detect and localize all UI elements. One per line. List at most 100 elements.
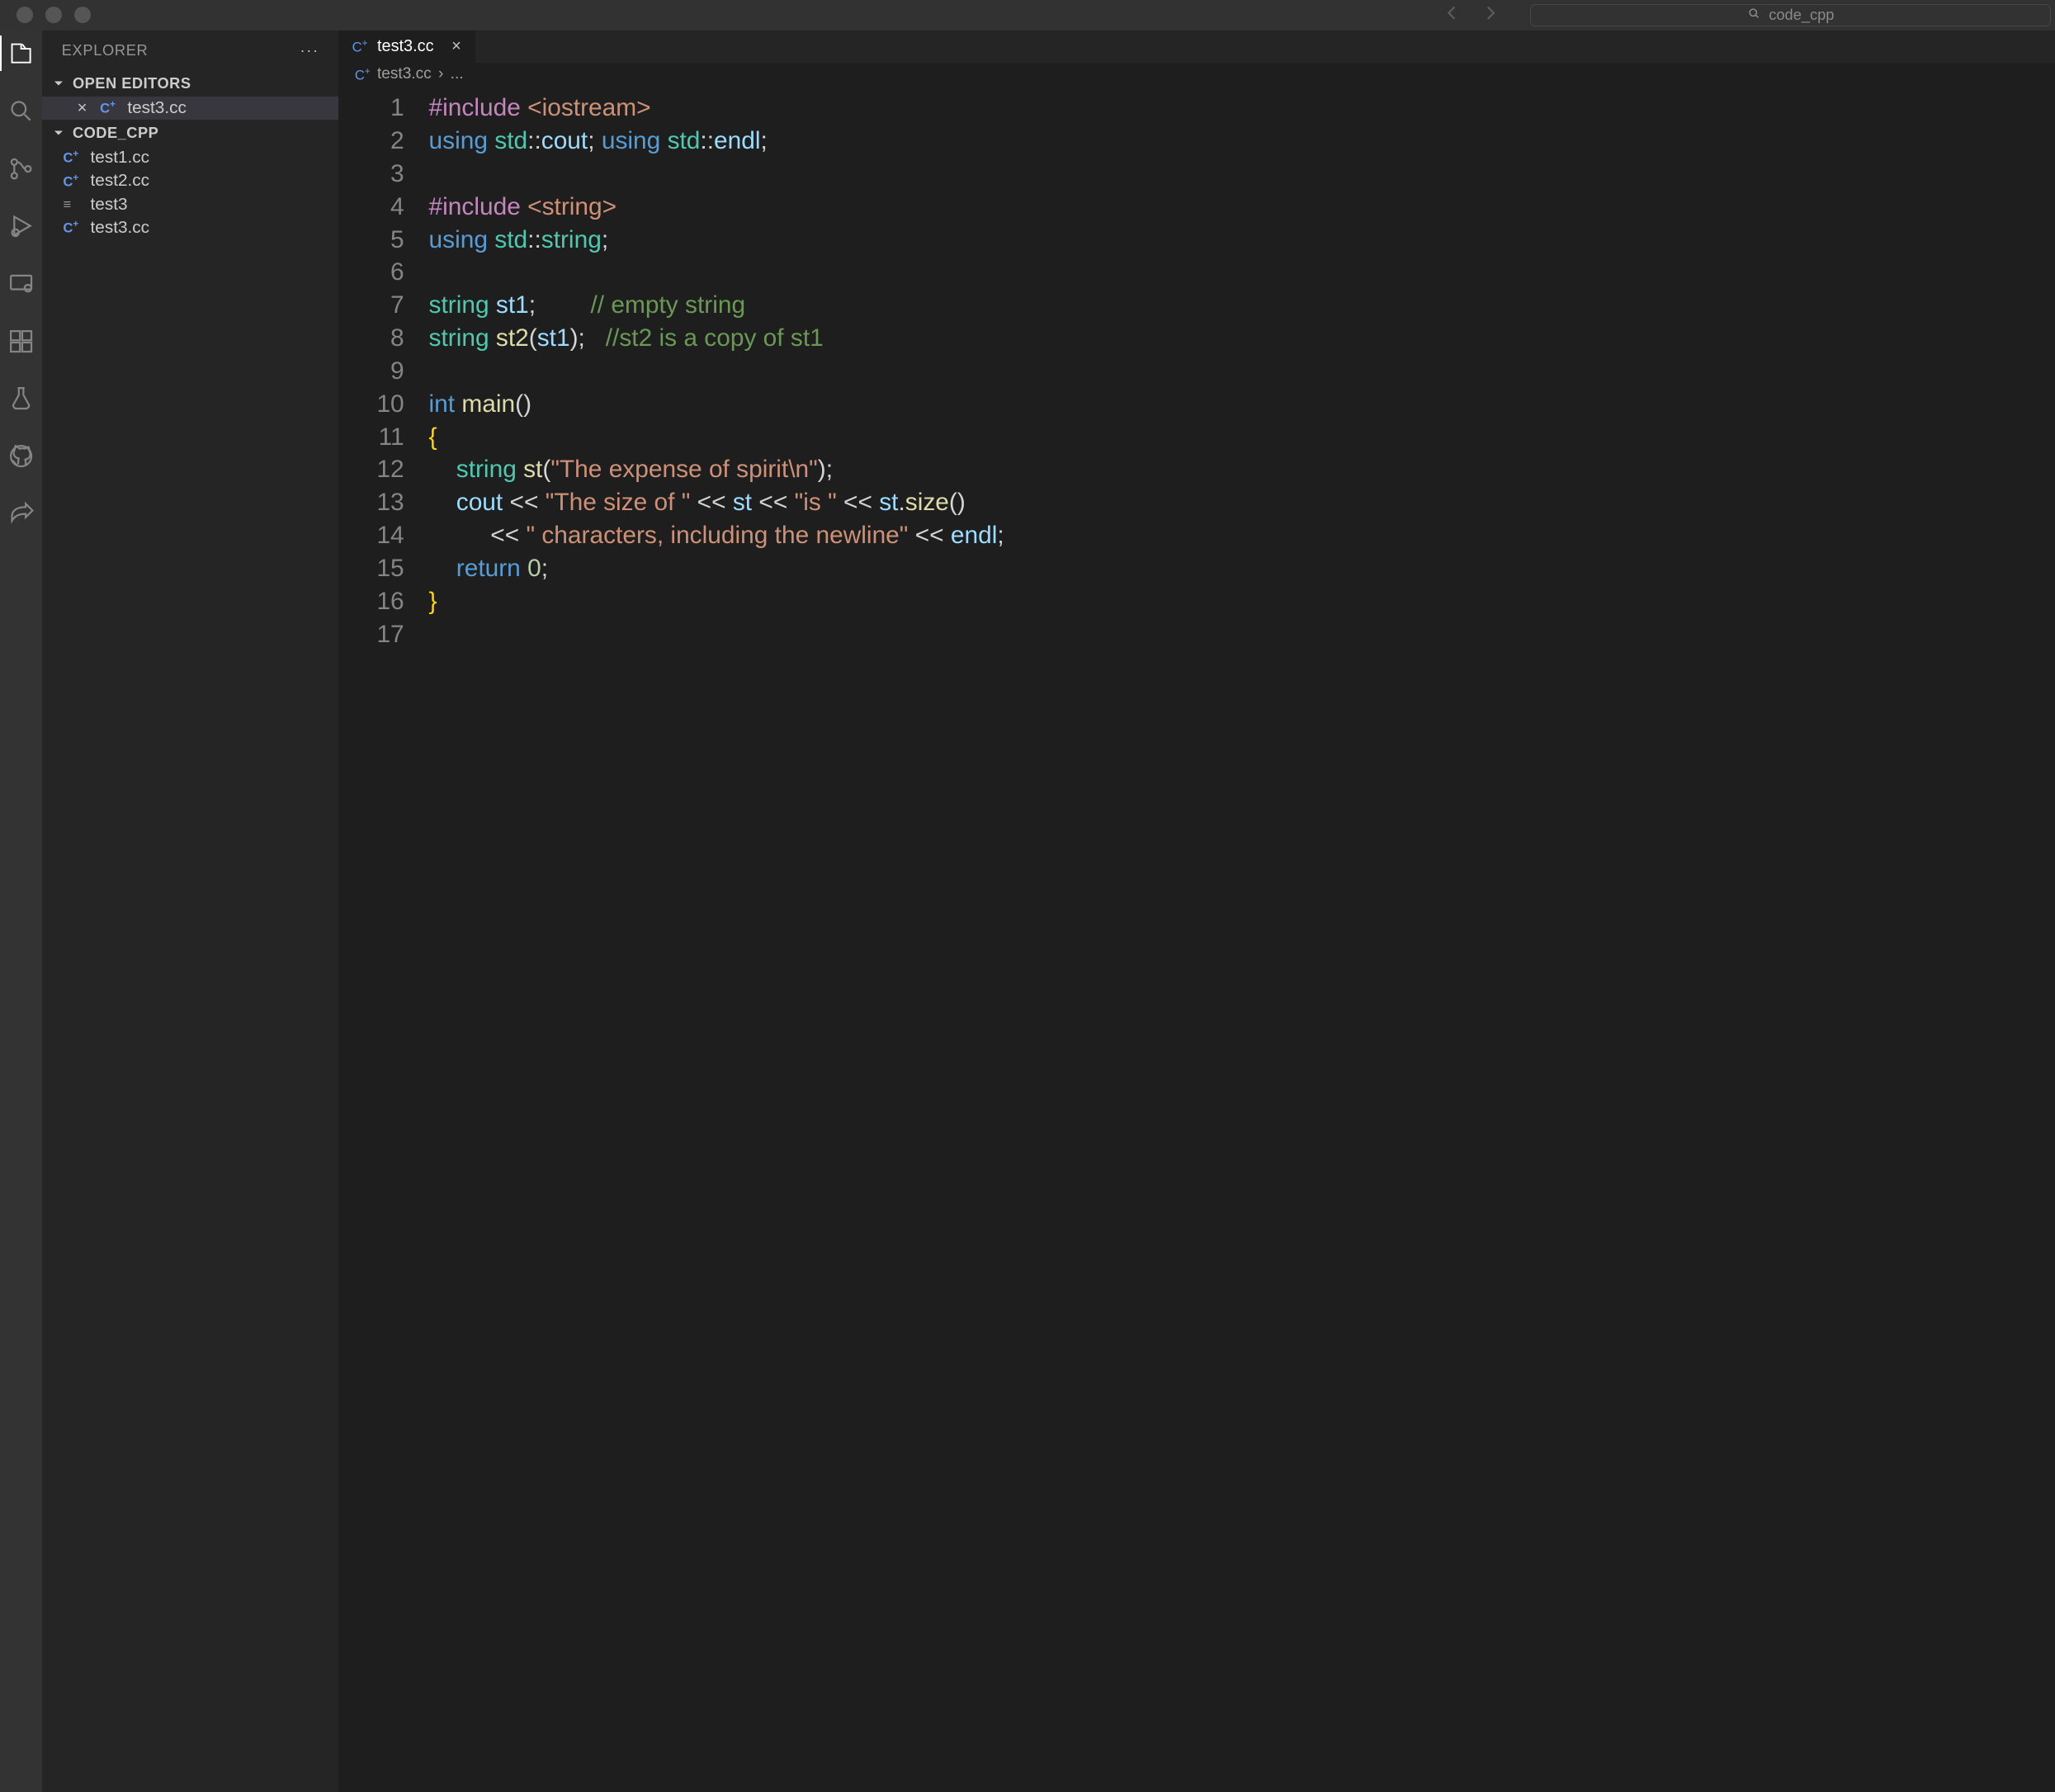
cpp-file-icon: C+ (100, 99, 119, 117)
code-line[interactable]: 7string st1; // empty string (338, 289, 2055, 322)
explorer-more-button[interactable]: ··· (300, 41, 319, 59)
line-number: 9 (338, 355, 429, 388)
breadcrumb-file: test3.cc (377, 65, 432, 83)
line-content: using std::string; (429, 224, 609, 257)
line-content: { (429, 421, 437, 454)
open-editor-filename: test3.cc (127, 98, 187, 118)
line-number: 10 (338, 388, 429, 421)
testing-view-button[interactable] (6, 384, 36, 414)
code-line[interactable]: 3 (338, 158, 2055, 191)
line-content: string st("The expense of spirit\n"); (429, 453, 833, 486)
window-controls (17, 7, 91, 23)
source-control-view-button[interactable] (6, 154, 36, 184)
line-number: 4 (338, 191, 429, 224)
breadcrumb-bar[interactable]: C+ test3.cc › ... (338, 63, 2055, 86)
line-content: cout << "The size of " << st << "is " <<… (429, 486, 966, 519)
line-content: int main() (429, 388, 532, 421)
line-number: 1 (338, 92, 429, 125)
file-name: test1.cc (91, 148, 150, 168)
line-number: 2 (338, 125, 429, 158)
code-line[interactable]: 4#include <string> (338, 191, 2055, 224)
explorer-header: EXPLORER ··· (42, 31, 338, 71)
file-tree-item[interactable]: C+ test1.cc (42, 146, 338, 169)
nav-forward-button[interactable] (1481, 2, 1500, 28)
code-line[interactable]: 10int main() (338, 388, 2055, 421)
editor-tab[interactable]: C+ test3.cc × (338, 31, 475, 64)
tab-filename: test3.cc (377, 37, 434, 56)
line-content: return 0; (429, 552, 548, 585)
file-tree-item[interactable]: ≡ test3 (42, 193, 338, 216)
explorer-view-button[interactable] (6, 38, 36, 69)
cpp-file-icon: C+ (63, 173, 82, 191)
cpp-file-icon: C+ (63, 219, 82, 237)
app-root: code_cpp (0, 0, 2055, 1792)
line-content: string st2(st1); //st2 is a copy of st1 (429, 322, 824, 355)
line-content: << " characters, including the newline" … (429, 519, 1004, 552)
code-line[interactable]: 2using std::cout; using std::endl; (338, 125, 2055, 158)
tab-close-button[interactable]: × (451, 37, 461, 56)
line-number: 16 (338, 585, 429, 618)
line-number: 12 (338, 453, 429, 486)
chevron-down-icon (50, 75, 67, 92)
open-editors-section-header[interactable]: OPEN EDITORS (42, 70, 338, 97)
cpp-file-icon: C+ (63, 149, 82, 167)
file-tree: C+ test1.cc C+ test2.cc ≡ test3 C+ test3… (42, 146, 338, 239)
command-center-search[interactable]: code_cpp (1530, 4, 2051, 26)
editor-tabs: C+ test3.cc × (338, 31, 2055, 64)
search-icon (1747, 6, 1761, 24)
code-line[interactable]: 13 cout << "The size of " << st << "is "… (338, 486, 2055, 519)
workspace-section-header[interactable]: CODE_CPP (42, 120, 338, 146)
open-editors-label: OPEN EDITORS (73, 74, 191, 92)
file-tree-item[interactable]: C+ test2.cc (42, 169, 338, 192)
line-number: 11 (338, 421, 429, 454)
code-line[interactable]: 15 return 0; (338, 552, 2055, 585)
github-view-button[interactable] (6, 441, 36, 471)
code-line[interactable]: 1#include <iostream> (338, 92, 2055, 125)
code-line[interactable]: 11{ (338, 421, 2055, 454)
file-name: test2.cc (91, 171, 150, 191)
close-editor-button[interactable]: × (73, 98, 92, 118)
editor-group: C+ test3.cc × C+ test3.cc › ... 1#includ… (338, 31, 2055, 1792)
nav-back-button[interactable] (1443, 2, 1462, 28)
activity-bar (0, 31, 42, 1792)
line-number: 13 (338, 486, 429, 519)
line-number: 17 (338, 618, 429, 651)
nav-arrows (1443, 2, 1500, 28)
code-line[interactable]: 8string st2(st1); //st2 is a copy of st1 (338, 322, 2055, 355)
breadcrumb-ellipsis: ... (451, 65, 464, 83)
line-number: 7 (338, 289, 429, 322)
code-editor[interactable]: 1#include <iostream>2using std::cout; us… (338, 87, 2055, 1792)
line-number: 5 (338, 224, 429, 257)
line-content: string st1; // empty string (429, 289, 746, 322)
line-number: 3 (338, 158, 429, 191)
breadcrumb-separator: › (438, 65, 443, 83)
code-line[interactable]: 9 (338, 355, 2055, 388)
file-tree-item[interactable]: C+ test3.cc (42, 216, 338, 239)
search-view-button[interactable] (6, 96, 36, 126)
generic-file-icon: ≡ (63, 196, 82, 213)
extensions-view-button[interactable] (6, 326, 36, 357)
minimize-window-button[interactable] (45, 7, 62, 23)
code-line[interactable]: 5using std::string; (338, 224, 2055, 257)
code-line[interactable]: 17 (338, 618, 2055, 651)
search-placeholder-text: code_cpp (1769, 6, 1834, 24)
chevron-down-icon (50, 125, 67, 141)
line-number: 14 (338, 519, 429, 552)
cpp-file-icon: C+ (355, 66, 371, 84)
close-window-button[interactable] (17, 7, 33, 23)
explorer-title: EXPLORER (62, 41, 149, 59)
code-line[interactable]: 12 string st("The expense of spirit\n"); (338, 453, 2055, 486)
maximize-window-button[interactable] (74, 7, 91, 23)
titlebar: code_cpp (0, 0, 2055, 31)
code-line[interactable]: 14 << " characters, including the newlin… (338, 519, 2055, 552)
open-editor-item[interactable]: × C+ test3.cc (42, 97, 338, 120)
remote-explorer-view-button[interactable] (6, 268, 36, 299)
code-line[interactable]: 6 (338, 256, 2055, 289)
line-content: } (429, 585, 437, 618)
run-debug-view-button[interactable] (6, 211, 36, 242)
main-area: EXPLORER ··· OPEN EDITORS × C+ test3.cc … (0, 31, 2055, 1792)
line-number: 8 (338, 322, 429, 355)
share-view-button[interactable] (6, 499, 36, 529)
file-name: test3 (91, 195, 128, 215)
code-line[interactable]: 16} (338, 585, 2055, 618)
